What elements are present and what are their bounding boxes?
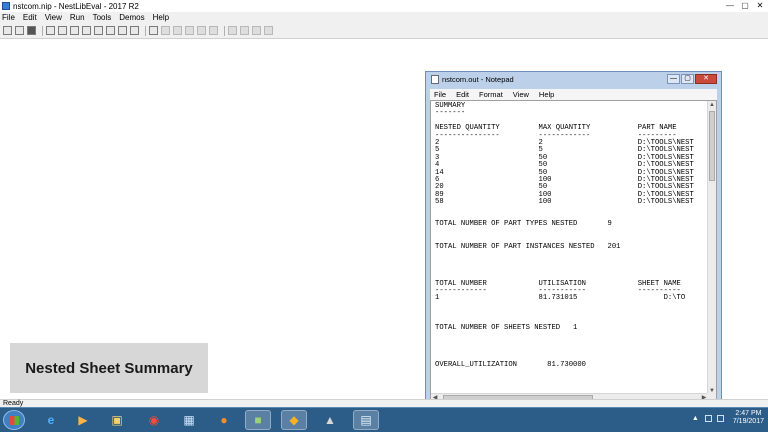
nestlib-icon[interactable]: ◆ [281, 410, 307, 430]
notepad-menu-view[interactable]: View [513, 90, 529, 99]
app-toolbar [0, 23, 768, 39]
notepad-icon [431, 75, 439, 84]
part-icon[interactable] [70, 26, 79, 35]
scroll-up-icon[interactable]: ▲ [708, 101, 716, 109]
record-icon[interactable] [209, 26, 218, 35]
paste-icon[interactable] [58, 26, 67, 35]
notepad-maximize-icon[interactable]: ▢ [681, 74, 694, 84]
notepad-line: OVERALL_UTILIZATION 81.730000 [435, 361, 586, 369]
notepad-menubar: File Edit Format View Help [430, 89, 717, 100]
app-title: nstcom.nip - NestLibEval - 2017 R2 [13, 1, 139, 11]
ie-icon[interactable]: e [38, 410, 64, 430]
media-player-icon[interactable]: ▶ [70, 410, 96, 430]
menu-tools[interactable]: Tools [93, 13, 112, 22]
vertical-scroll-thumb[interactable] [709, 111, 715, 181]
notepad-line: TOTAL NUMBER OF SHEETS NESTED 1 [435, 324, 578, 332]
caption-box: Nested Sheet Summary [10, 343, 208, 393]
layers-icon[interactable] [106, 26, 115, 35]
menu-help[interactable]: Help [153, 13, 169, 22]
app-menubar: File Edit View Run Tools Demos Help [0, 12, 768, 23]
window-controls: — ▢ ✕ [724, 1, 766, 10]
notepad-line: 58 100 D:\TOOLS\NEST [435, 198, 694, 207]
notepad-line: TOTAL NUMBER OF PART TYPES NESTED 9 [435, 220, 612, 229]
zoom-in-icon[interactable] [228, 26, 237, 35]
menu-run[interactable]: Run [70, 13, 85, 22]
save-icon[interactable] [27, 26, 36, 35]
notepad-icon[interactable]: ▤ [353, 410, 379, 430]
notepad-menu-format[interactable]: Format [479, 90, 503, 99]
notepad-line: TOTAL NUMBER OF PART INSTANCES NESTED 20… [435, 242, 621, 251]
tray-expand-icon[interactable]: ▲ [692, 415, 699, 422]
app-logo-icon [2, 2, 10, 10]
start-button[interactable] [3, 410, 25, 430]
clock-date: 7/19/2017 [732, 418, 764, 425]
status-bar: Ready [0, 399, 768, 407]
chrome-icon[interactable]: ◉ [141, 410, 167, 430]
firefox-icon[interactable]: ● [211, 410, 237, 430]
toolbar-separator [42, 25, 43, 36]
sheet-icon[interactable] [82, 26, 91, 35]
tool-icon[interactable]: ▲ [317, 410, 343, 430]
notepad-close-icon[interactable]: ✕ [695, 74, 717, 84]
close-icon[interactable]: ✕ [754, 1, 766, 10]
notepad-text-area[interactable]: SUMMARY ------- NESTED QUANTITY MAX QUANTI… [430, 100, 717, 403]
menu-file[interactable]: File [2, 13, 15, 22]
app-icon[interactable]: ■ [245, 410, 271, 430]
step-icon[interactable] [161, 26, 170, 35]
notepad-line: ------- [435, 109, 466, 118]
copy-icon[interactable] [46, 26, 55, 35]
report-icon[interactable] [130, 26, 139, 35]
taskbar: e ▶ ▣ ◉ ▦ ● ■ ◆ ▲ ▤ ▲ 2:47 PM 7/19/2017 [0, 407, 768, 432]
status-text: Ready [3, 400, 24, 407]
notepad-window: nstcom.out - Notepad — ▢ ✕ File Edit For… [425, 71, 722, 409]
app-titlebar: nstcom.nip - NestLibEval - 2017 R2 — ▢ ✕ [0, 0, 768, 12]
clock[interactable]: 2:47 PM 7/19/2017 [733, 410, 764, 426]
notepad-menu-edit[interactable]: Edit [456, 90, 469, 99]
calendar-icon[interactable]: ▦ [176, 410, 202, 430]
zoom-fit-icon[interactable] [252, 26, 261, 35]
maximize-icon[interactable]: ▢ [739, 1, 751, 10]
toolbar-separator [145, 25, 146, 36]
system-tray: ▲ 2:47 PM 7/19/2017 [692, 410, 764, 426]
grid-icon[interactable] [94, 26, 103, 35]
notepad-titlebar[interactable]: nstcom.out - Notepad — ▢ ✕ [426, 72, 721, 87]
measure-icon[interactable] [264, 26, 273, 35]
menu-demos[interactable]: Demos [119, 13, 144, 22]
notepad-line: 1 81.731015 D:\TO [435, 294, 686, 303]
play-icon[interactable] [173, 26, 182, 35]
toolbar-separator [224, 25, 225, 36]
menu-edit[interactable]: Edit [23, 13, 37, 22]
minimize-icon[interactable]: — [724, 1, 736, 10]
caption-text: Nested Sheet Summary [25, 359, 193, 377]
menu-view[interactable]: View [45, 13, 62, 22]
clock-time: 2:47 PM [735, 410, 762, 417]
explorer-icon[interactable]: ▣ [104, 410, 130, 430]
network-icon[interactable] [704, 414, 712, 422]
properties-icon[interactable] [118, 26, 127, 35]
zoom-out-icon[interactable] [240, 26, 249, 35]
stop-icon[interactable] [197, 26, 206, 35]
volume-icon[interactable] [716, 414, 724, 422]
notepad-minimize-icon[interactable]: — [667, 74, 680, 84]
notepad-title: nstcom.out - Notepad [442, 75, 514, 84]
notepad-menu-help[interactable]: Help [539, 90, 554, 99]
new-file-icon[interactable] [3, 26, 12, 35]
notepad-menu-file[interactable]: File [434, 90, 446, 99]
run-icon[interactable] [149, 26, 158, 35]
open-folder-icon[interactable] [15, 26, 24, 35]
pause-icon[interactable] [185, 26, 194, 35]
vertical-scrollbar[interactable]: ▲ ▼ [707, 101, 716, 395]
notepad-window-controls: — ▢ ✕ [667, 74, 717, 84]
